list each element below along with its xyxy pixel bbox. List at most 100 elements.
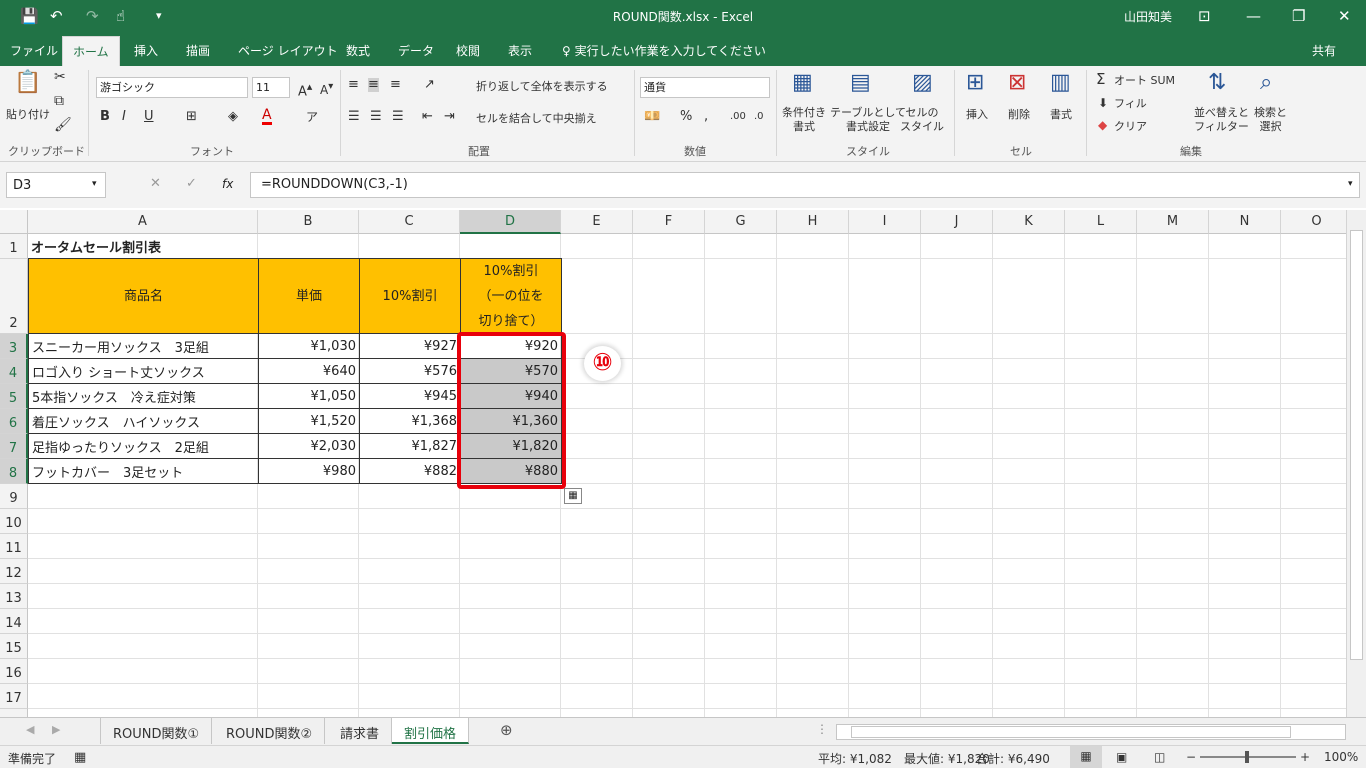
format-cells-icon[interactable]: ▥	[1050, 70, 1071, 96]
column-header-l[interactable]: L	[1065, 210, 1137, 234]
font-size-dropdown[interactable]: 11	[252, 77, 290, 98]
autosum-button[interactable]: オート SUM	[1114, 74, 1175, 88]
tab-splitter-icon[interactable]: ⋮	[816, 722, 828, 736]
column-header-h[interactable]: H	[777, 210, 849, 234]
unit-price-header[interactable]: 単価	[258, 258, 360, 334]
fill-color-icon[interactable]: ◈	[228, 110, 238, 124]
align-middle-icon[interactable]: ≡	[368, 78, 379, 92]
percent-icon[interactable]: %	[680, 110, 692, 124]
select-all-corner[interactable]	[0, 210, 28, 234]
conditional-format-button[interactable]: 条件付き 書式	[782, 106, 826, 134]
insert-function-icon[interactable]: fx	[222, 177, 233, 191]
font-name-dropdown[interactable]: 游ゴシック	[96, 77, 248, 98]
fill-icon[interactable]: ⬇	[1098, 96, 1108, 110]
row-header-7[interactable]: 7	[0, 434, 28, 459]
row-header-18[interactable]: 18	[0, 709, 28, 717]
column-header-k[interactable]: K	[993, 210, 1065, 234]
tab-insert[interactable]: 挿入	[134, 42, 158, 59]
horizontal-scrollbar[interactable]	[836, 724, 1346, 740]
column-header-d[interactable]: D	[460, 210, 561, 234]
product-name-header[interactable]: 商品名	[28, 258, 259, 334]
discount-cell[interactable]: ¥945	[359, 383, 461, 409]
user-name[interactable]: 山田知美	[1124, 8, 1172, 25]
row-header-11[interactable]: 11	[0, 534, 28, 559]
vertical-scroll-thumb[interactable]	[1350, 230, 1363, 660]
row-header-16[interactable]: 16	[0, 659, 28, 684]
zoom-slider[interactable]	[1200, 751, 1296, 763]
row-header-6[interactable]: 6	[0, 409, 28, 434]
bold-icon[interactable]: B	[100, 110, 110, 124]
product-name-cell[interactable]: スニーカー用ソックス 3足組	[28, 333, 259, 359]
number-format-dropdown[interactable]: 通貨	[640, 77, 770, 98]
column-header-o[interactable]: O	[1281, 210, 1353, 234]
paste-icon[interactable]: 📋	[14, 70, 41, 96]
eraser-icon[interactable]: ◆	[1098, 118, 1107, 132]
scroll-tabs-right-icon[interactable]: ▶	[52, 723, 60, 736]
insert-cells-button[interactable]: 挿入	[966, 108, 988, 122]
enter-icon[interactable]: ✓	[186, 176, 197, 191]
paste-button[interactable]: 貼り付け	[6, 108, 50, 122]
copy-icon[interactable]: ⧉	[54, 94, 64, 108]
row-header-14[interactable]: 14	[0, 609, 28, 634]
ribbon-display-icon[interactable]: ⊡	[1198, 6, 1211, 26]
row-header-1[interactable]: 1	[0, 234, 28, 259]
format-as-table-button[interactable]: テーブルとして 書式設定	[830, 106, 906, 134]
align-center-icon[interactable]: ☰	[370, 110, 382, 124]
column-header-n[interactable]: N	[1209, 210, 1281, 234]
italic-icon[interactable]: I	[122, 110, 126, 124]
comma-icon[interactable]: ,	[704, 110, 708, 124]
unit-price-cell[interactable]: ¥1,050	[258, 383, 360, 409]
decrease-indent-icon[interactable]: ⇤	[422, 110, 433, 124]
macro-record-icon[interactable]: ▦	[74, 750, 86, 765]
sort-filter-button[interactable]: 並べ替えと フィルター	[1194, 106, 1249, 134]
share-button[interactable]: 共有	[1312, 42, 1336, 59]
worksheet-grid[interactable]: A B C D E F G H I J K L M N O 1 2 3 4 5 6 7 8 9 10 11 12 13 14 15 16 17…	[0, 210, 1366, 717]
row-header-13[interactable]: 13	[0, 584, 28, 609]
name-box[interactable]: D3	[6, 172, 106, 198]
restore-icon[interactable]: ❐	[1292, 6, 1305, 26]
cancel-icon[interactable]: ✕	[150, 176, 161, 191]
tab-home[interactable]: ホーム	[62, 36, 120, 66]
decrease-decimal-icon[interactable]: .0	[754, 110, 764, 124]
find-select-icon[interactable]: ⌕	[1260, 70, 1272, 96]
cut-icon[interactable]: ✂	[54, 70, 66, 84]
unit-price-cell[interactable]: ¥1,520	[258, 408, 360, 434]
close-icon[interactable]: ✕	[1338, 6, 1351, 26]
unit-price-cell[interactable]: ¥2,030	[258, 433, 360, 459]
delete-cells-icon[interactable]: ⊠	[1008, 70, 1026, 96]
clear-button[interactable]: クリア	[1114, 120, 1147, 134]
sheet-tab-round2[interactable]: ROUND関数②	[214, 718, 326, 744]
cell-styles-button[interactable]: セルの スタイル	[900, 106, 944, 134]
zoom-out-icon[interactable]: −	[1186, 750, 1196, 764]
accounting-icon[interactable]: 💴	[644, 110, 660, 124]
scroll-tabs-left-icon[interactable]: ◀	[26, 723, 34, 736]
discount-cell[interactable]: ¥576	[359, 358, 461, 384]
underline-icon[interactable]: U	[144, 110, 154, 124]
merge-center-button[interactable]: セルを結合して中央揃え	[476, 112, 597, 126]
font-color-icon[interactable]: A	[262, 108, 272, 125]
product-name-cell[interactable]: ロゴ入り ショート丈ソックス	[28, 358, 259, 384]
increase-decimal-icon[interactable]: .00	[730, 110, 746, 124]
row-header-17[interactable]: 17	[0, 684, 28, 709]
column-header-e[interactable]: E	[561, 210, 633, 234]
product-name-cell[interactable]: 足指ゆったりソックス 2足組	[28, 433, 259, 459]
normal-view-icon[interactable]: ▦	[1070, 746, 1102, 768]
column-header-j[interactable]: J	[921, 210, 993, 234]
row-header-5[interactable]: 5	[0, 384, 28, 409]
autosum-icon[interactable]: Σ	[1096, 72, 1105, 87]
increase-indent-icon[interactable]: ⇥	[444, 110, 455, 124]
row-header-4[interactable]: 4	[0, 359, 28, 384]
cell-styles-icon[interactable]: ▨	[912, 70, 933, 96]
discount-cell[interactable]: ¥882	[359, 458, 461, 484]
sheet-tab-discount[interactable]: 割引価格	[392, 718, 470, 744]
sheet-tab-round1[interactable]: ROUND関数①	[100, 718, 213, 744]
zoom-level[interactable]: 100%	[1324, 750, 1358, 764]
delete-cells-button[interactable]: 削除	[1008, 108, 1030, 122]
page-break-view-icon[interactable]: ◫	[1154, 750, 1165, 764]
discount-cell[interactable]: ¥927	[359, 333, 461, 359]
fill-button[interactable]: フィル	[1114, 97, 1147, 111]
row-header-8[interactable]: 8	[0, 459, 28, 484]
tab-file[interactable]: ファイル	[10, 42, 58, 59]
format-as-table-icon[interactable]: ▤	[850, 70, 871, 96]
row-header-15[interactable]: 15	[0, 634, 28, 659]
